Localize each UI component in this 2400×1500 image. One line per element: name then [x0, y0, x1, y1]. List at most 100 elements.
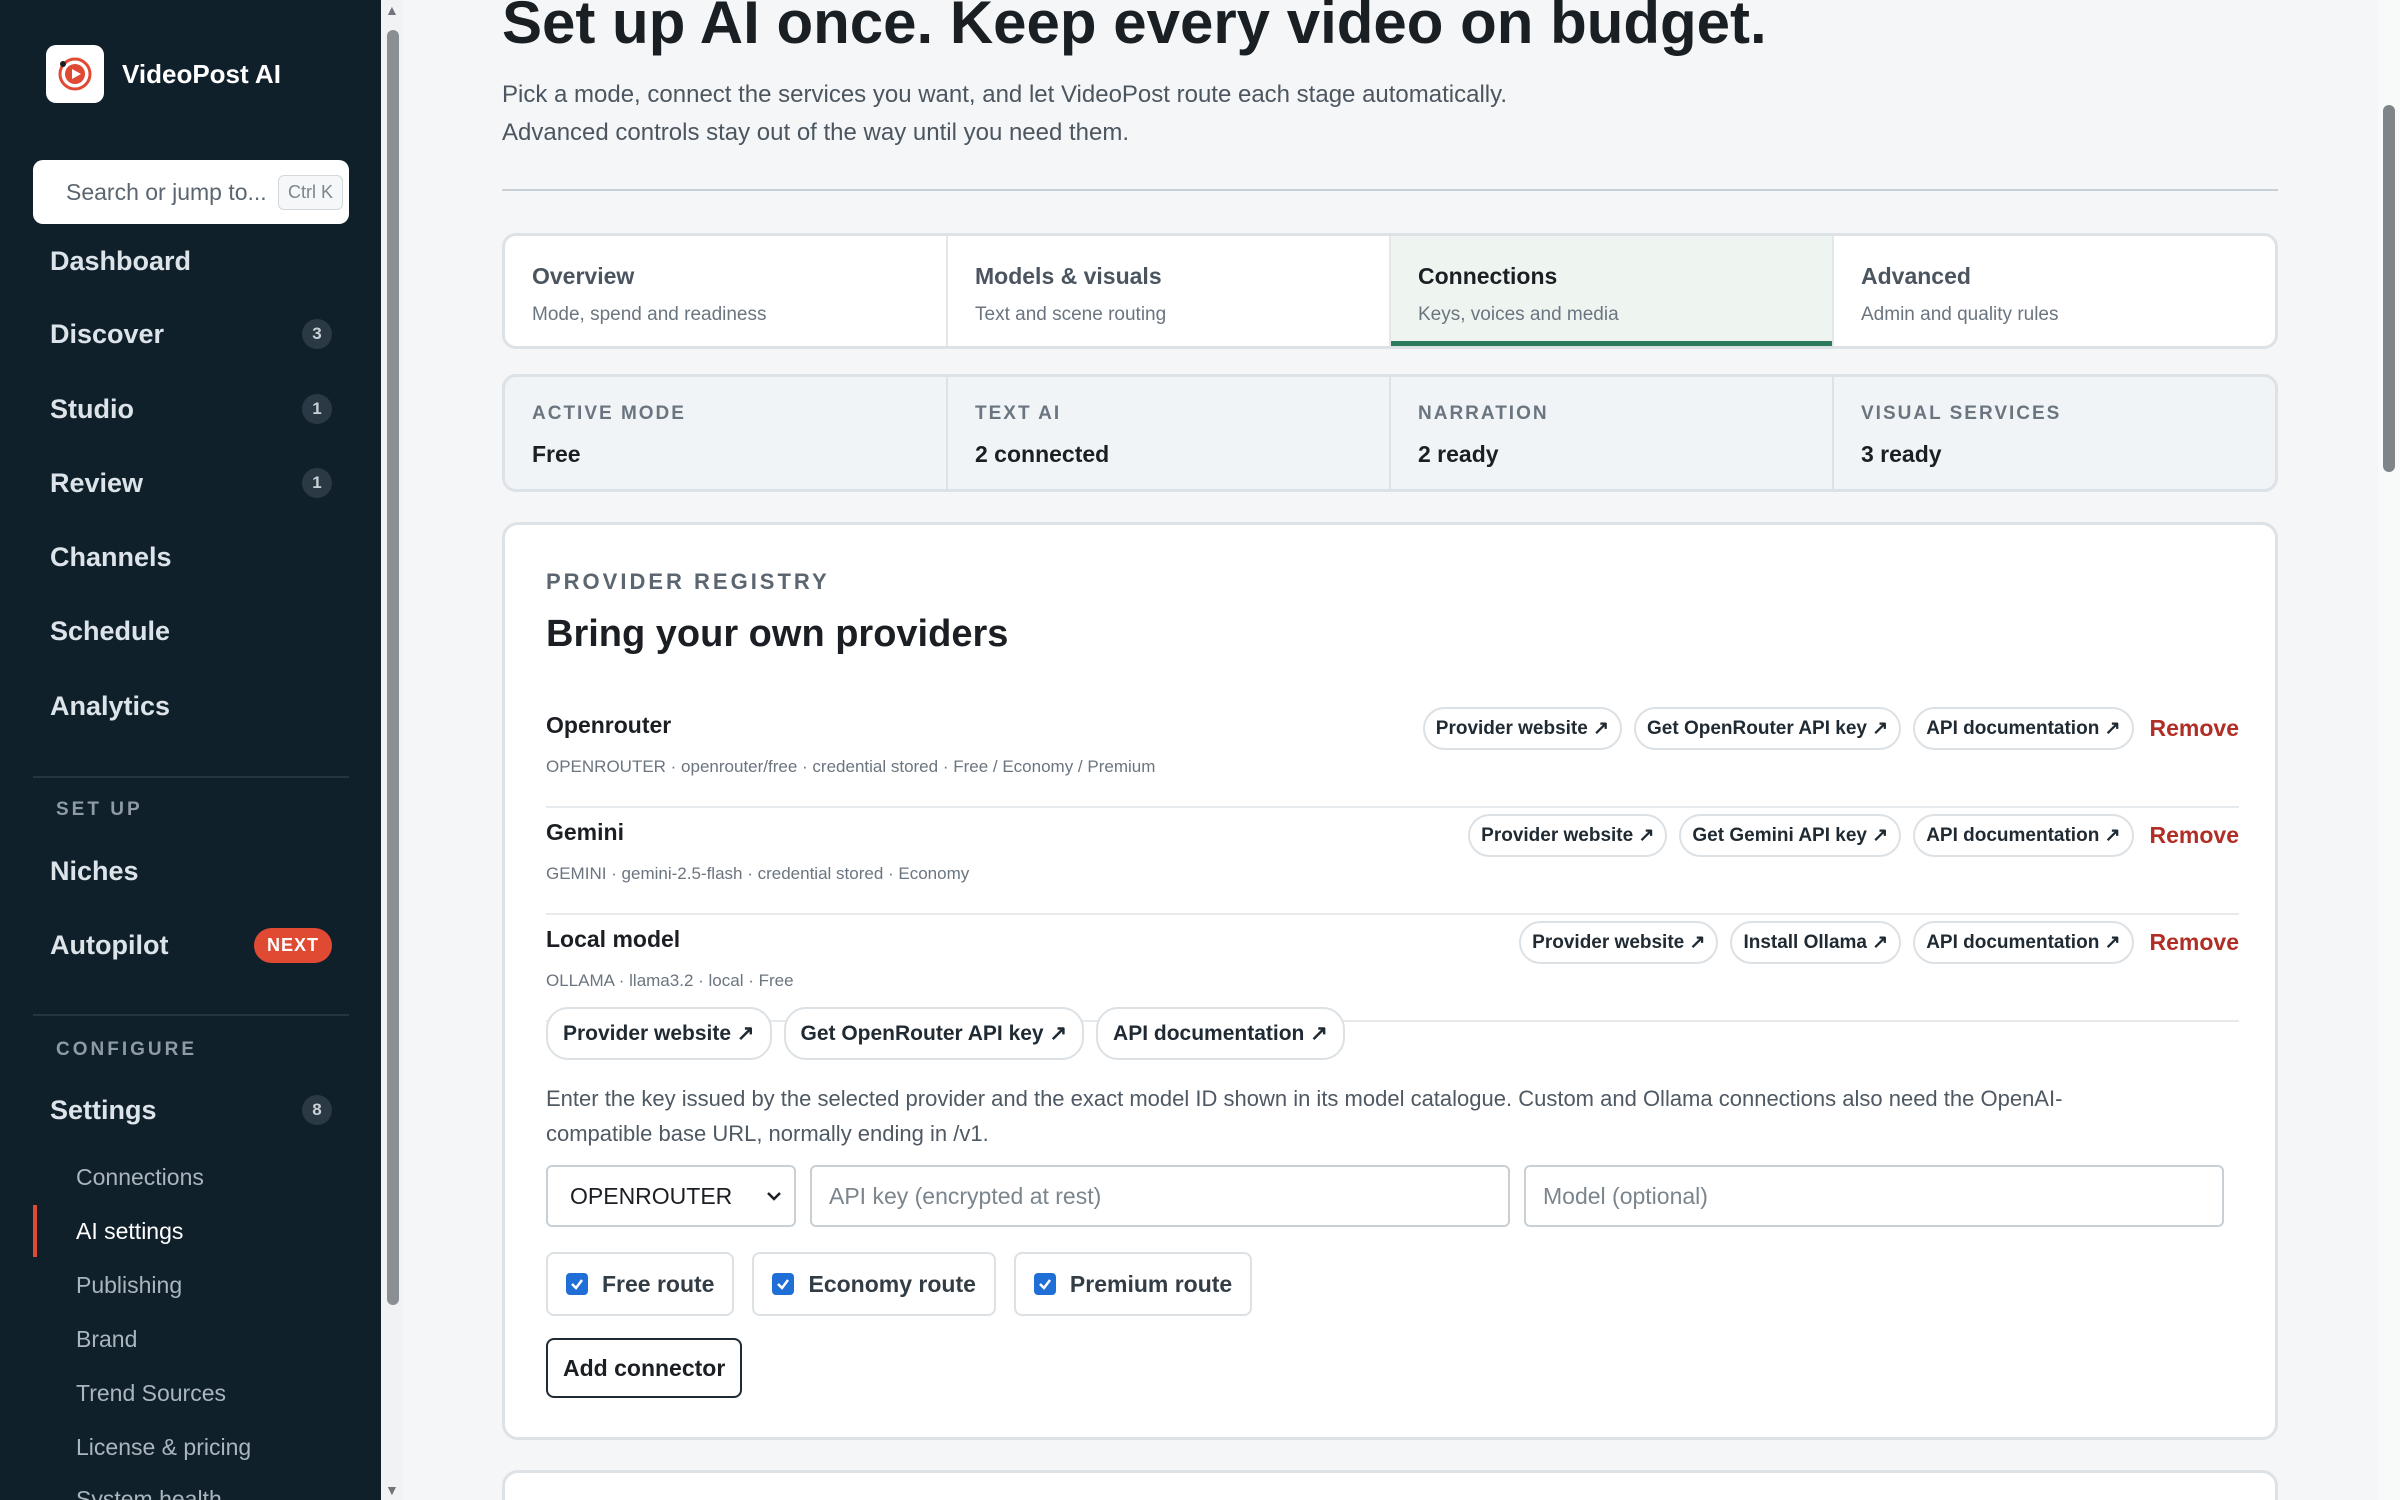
- page-subtitle: Pick a mode, connect the services you wa…: [502, 76, 1702, 152]
- economy-route-checkbox[interactable]: Economy route: [752, 1252, 996, 1316]
- install-ollama-link[interactable]: Install Ollama ↗: [1730, 921, 1902, 964]
- hero-divider: [502, 189, 2278, 191]
- provider-select[interactable]: OPENROUTER: [546, 1165, 796, 1227]
- subnav-brand[interactable]: Brand: [76, 1326, 137, 1353]
- provider-registry-card: PROVIDER REGISTRY Bring your own provide…: [502, 522, 2278, 1440]
- search-input[interactable]: Search or jump to... Ctrl K: [33, 160, 349, 224]
- provider-website-link[interactable]: Provider website ↗: [546, 1007, 772, 1060]
- status-summary: ACTIVE MODE Free TEXT AI 2 connected NAR…: [502, 374, 2278, 492]
- provider-website-link[interactable]: Provider website ↗: [1422, 707, 1623, 750]
- page-scrollbar[interactable]: [2378, 0, 2400, 1500]
- get-api-key-link[interactable]: Get OpenRouter API key ↗: [783, 1007, 1085, 1060]
- nav-niches[interactable]: Niches: [50, 849, 332, 893]
- api-key-input[interactable]: API key (encrypted at rest): [810, 1165, 1510, 1227]
- section-eyebrow: PROVIDER REGISTRY: [546, 569, 830, 594]
- provider-website-link[interactable]: Provider website ↗: [1468, 814, 1668, 857]
- add-connector-button[interactable]: Add connector: [546, 1338, 743, 1398]
- nav-label: Review: [50, 467, 144, 498]
- subnav-publishing[interactable]: Publishing: [76, 1272, 182, 1299]
- subnav-trend-sources[interactable]: Trend Sources: [76, 1380, 226, 1407]
- section-label-setup: SET UP: [56, 799, 143, 820]
- nav-review[interactable]: Review 1: [50, 461, 332, 505]
- route-options: Free route Economy route Premium route: [546, 1252, 1253, 1316]
- nav-settings[interactable]: Settings 8: [50, 1088, 332, 1132]
- next-badge: NEXT: [253, 927, 332, 963]
- count-badge: 8: [302, 1095, 332, 1125]
- tab-overview[interactable]: Overview Mode, spend and readiness: [505, 236, 948, 346]
- section-title: Bring your own providers: [546, 613, 1009, 655]
- active-indicator: [33, 1205, 37, 1257]
- scroll-down-arrow-icon[interactable]: ▼: [385, 1482, 399, 1498]
- tab-title: Overview: [532, 263, 635, 289]
- tab-advanced[interactable]: Advanced Admin and quality rules: [1834, 236, 2275, 346]
- tab-connections[interactable]: Connections Keys, voices and media: [1391, 236, 1834, 346]
- subnav-system-health[interactable]: System health: [76, 1486, 222, 1500]
- free-route-checkbox[interactable]: Free route: [546, 1252, 735, 1316]
- tab-title: Connections: [1418, 263, 1558, 289]
- page-title: Set up AI once. Keep every video on budg…: [502, 0, 1767, 56]
- api-key-placeholder: API key (encrypted at rest): [829, 1182, 1102, 1209]
- stat-visual-services: VISUAL SERVICES 3 ready: [1834, 377, 2275, 489]
- stat-label: NARRATION: [1418, 403, 1549, 424]
- api-docs-link[interactable]: API documentation ↗: [1913, 814, 2134, 857]
- nav-label: Analytics: [50, 690, 171, 721]
- subnav-connections[interactable]: Connections: [76, 1164, 204, 1191]
- nav-channels[interactable]: Channels: [50, 535, 332, 579]
- nav-label: Niches: [50, 855, 139, 886]
- checkbox-checked-icon[interactable]: [566, 1273, 588, 1295]
- nav-dashboard[interactable]: Dashboard: [50, 239, 332, 283]
- provider-row: Gemini GEMINI · gemini-2.5-flash · crede…: [546, 809, 2239, 915]
- tab-title: Models & visuals: [975, 263, 1162, 289]
- subtitle-line: Advanced controls stay out of the way un…: [502, 119, 1130, 146]
- model-input[interactable]: Model (optional): [1524, 1165, 2224, 1227]
- provider-row: Openrouter OPENROUTER · openrouter/free …: [546, 702, 2239, 808]
- stat-value: Free: [532, 441, 581, 467]
- stat-active-mode: ACTIVE MODE Free: [505, 377, 948, 489]
- connector-form: OPENROUTER API key (encrypted at rest) M…: [546, 1165, 2224, 1227]
- get-api-key-link[interactable]: Get OpenRouter API key ↗: [1634, 707, 1902, 750]
- sidebar-scrollbar[interactable]: ▲ ▼: [381, 0, 403, 1500]
- tab-models-visuals[interactable]: Models & visuals Text and scene routing: [948, 236, 1391, 346]
- page-scroll-thumb[interactable]: [2383, 105, 2395, 472]
- remove-button[interactable]: Remove: [2150, 822, 2239, 849]
- nav-label: Dashboard: [50, 245, 192, 276]
- get-api-key-link[interactable]: Get Gemini API key ↗: [1679, 814, 1902, 857]
- provider-website-link[interactable]: Provider website ↗: [1519, 921, 1719, 964]
- api-docs-link[interactable]: API documentation ↗: [1096, 1007, 1345, 1060]
- provider-actions: Provider website ↗ Install Ollama ↗ API …: [1519, 921, 2239, 964]
- sidebar-divider: [33, 776, 349, 778]
- api-docs-link[interactable]: API documentation ↗: [1913, 921, 2134, 964]
- provider-actions: Provider website ↗ Get OpenRouter API ke…: [1422, 707, 2239, 750]
- api-docs-link[interactable]: API documentation ↗: [1913, 707, 2134, 750]
- provider-name: Gemini: [546, 819, 624, 845]
- route-label: Free route: [602, 1270, 715, 1297]
- remove-button[interactable]: Remove: [2150, 929, 2239, 956]
- subnav-license-pricing[interactable]: License & pricing: [76, 1434, 251, 1461]
- subnav-ai-settings[interactable]: AI settings: [76, 1218, 183, 1245]
- nav-autopilot[interactable]: Autopilot NEXT: [50, 923, 332, 967]
- premium-route-checkbox[interactable]: Premium route: [1013, 1252, 1253, 1316]
- stat-value: 2 connected: [975, 441, 1110, 467]
- brand[interactable]: VideoPost AI: [46, 45, 281, 103]
- route-label: Premium route: [1069, 1270, 1233, 1297]
- section-label-configure: CONFIGURE: [56, 1039, 197, 1060]
- provider-meta: OPENROUTER · openrouter/free · credentia…: [546, 757, 1156, 776]
- sidebar-divider: [33, 1014, 349, 1016]
- nav-studio[interactable]: Studio 1: [50, 387, 332, 431]
- nav-analytics[interactable]: Analytics: [50, 684, 332, 728]
- sidebar-scroll-thumb[interactable]: [387, 30, 399, 1305]
- search-shortcut: Ctrl K: [278, 174, 343, 210]
- next-card: [502, 1470, 2278, 1500]
- provider-actions: Provider website ↗ Get Gemini API key ↗ …: [1468, 814, 2239, 857]
- chevron-down-icon: [767, 1192, 781, 1201]
- remove-button[interactable]: Remove: [2150, 715, 2239, 742]
- checkbox-checked-icon[interactable]: [772, 1273, 795, 1295]
- stat-label: VISUAL SERVICES: [1861, 403, 2062, 424]
- scroll-up-arrow-icon[interactable]: ▲: [385, 2, 399, 18]
- nav-schedule[interactable]: Schedule: [50, 609, 332, 653]
- nav-discover[interactable]: Discover 3: [50, 312, 332, 356]
- tab-subtitle: Admin and quality rules: [1861, 304, 2059, 325]
- provider-name: Local model: [546, 926, 681, 952]
- stat-value: 2 ready: [1418, 441, 1499, 467]
- checkbox-checked-icon[interactable]: [1033, 1273, 1056, 1295]
